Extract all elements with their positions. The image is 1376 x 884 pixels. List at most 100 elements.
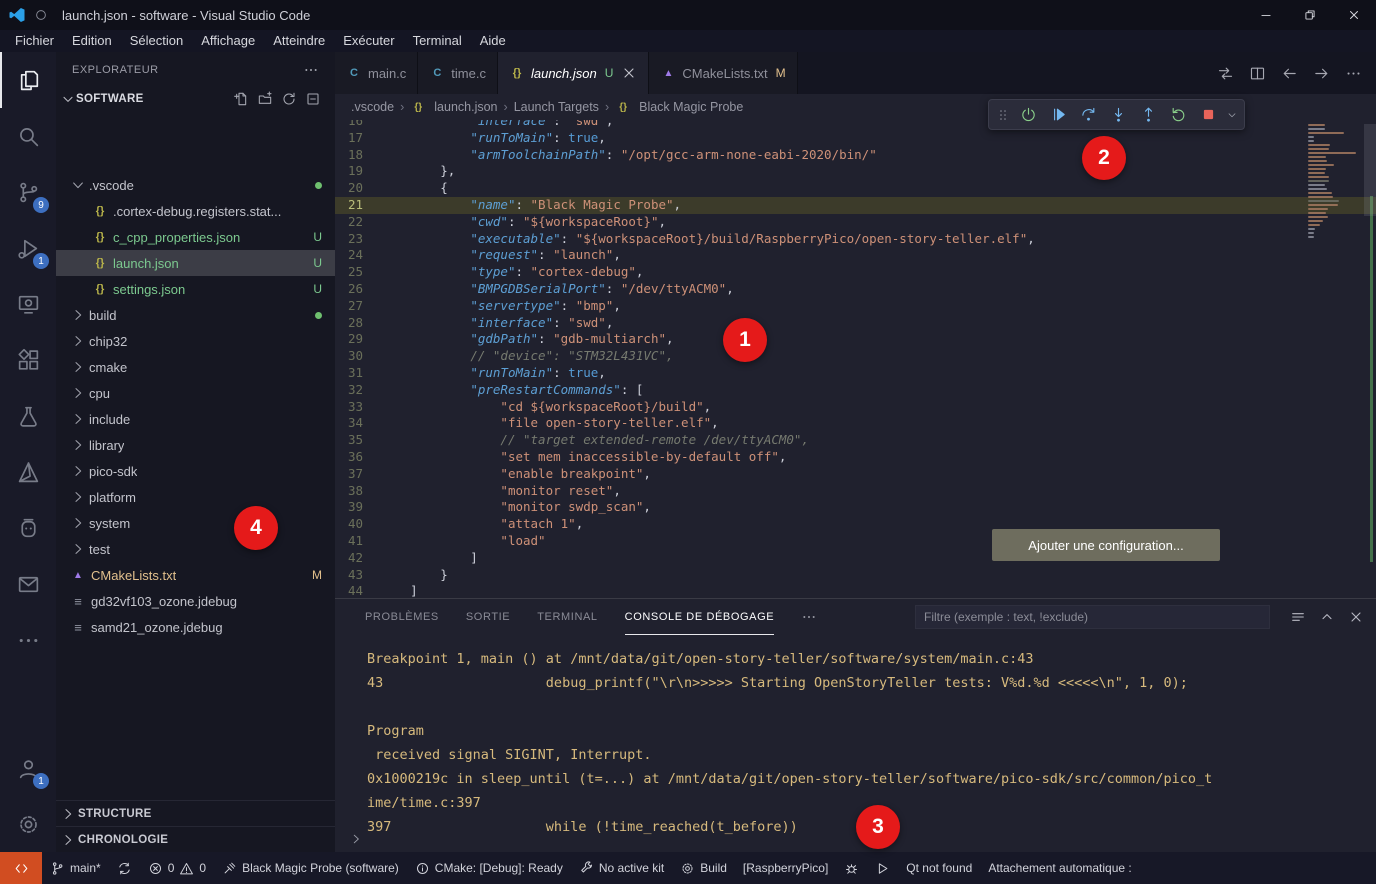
activity-settings[interactable] [0, 796, 56, 852]
status-remote-indicator[interactable] [0, 852, 42, 884]
new-folder-icon[interactable] [257, 91, 273, 107]
pause-button[interactable] [1015, 101, 1042, 128]
breadcrumb-item[interactable]: launch.json [434, 100, 497, 114]
panel-tab-sortie[interactable]: SORTIE [466, 599, 510, 635]
panel-tab-console-de-d-bogage[interactable]: CONSOLE DE DÉBOGAGE [625, 599, 775, 635]
code-line-30[interactable]: 30 // "device": "STM32L431VC", [335, 348, 1376, 365]
step-into-button[interactable] [1105, 101, 1132, 128]
activity-cmake[interactable] [0, 444, 56, 500]
code-line-31[interactable]: 31 "runToMain": true, [335, 365, 1376, 382]
activity-extensions[interactable] [0, 332, 56, 388]
panel-tab-terminal[interactable]: TERMINAL [537, 599, 597, 635]
tree-item-test[interactable]: test [56, 536, 335, 562]
tab-launch-json[interactable]: {}launch.jsonU [498, 52, 649, 94]
breadcrumb-item[interactable]: .vscode [351, 100, 394, 114]
activity-search[interactable] [0, 108, 56, 164]
sidebar-more-icon[interactable] [303, 62, 319, 78]
status-auto-attach[interactable]: Attachement automatique : [980, 852, 1139, 884]
split-editor-icon[interactable] [1249, 65, 1266, 82]
tree-item-cmakelists-txt[interactable]: ▲CMakeLists.txtM [56, 562, 335, 588]
code-line-23[interactable]: 23 "executable": "${workspaceRoot}/build… [335, 231, 1376, 248]
open-changes-icon[interactable] [1217, 65, 1234, 82]
tree-item-c-cpp-properties-json[interactable]: {}c_cpp_properties.jsonU [56, 224, 335, 250]
activity-more[interactable] [0, 612, 56, 668]
stop-button[interactable] [1195, 101, 1222, 128]
menu-item-aide[interactable]: Aide [471, 30, 515, 52]
code-line-29[interactable]: 29 "gdbPath": "gdb-multiarch", [335, 331, 1376, 348]
code-line-35[interactable]: 35 // "target extended-remote /dev/ttyAC… [335, 432, 1376, 449]
workspace-section-header[interactable]: SOFTWARE [56, 87, 335, 111]
status-problems-indicator[interactable]: 00 [140, 852, 214, 884]
editor-scrollbar-thumb[interactable] [1364, 124, 1376, 216]
debug-console-filter-input[interactable] [915, 605, 1270, 629]
tree-item--cortex-debug-registers-stat-[interactable]: {}.cortex-debug.registers.stat... [56, 198, 335, 224]
breadcrumb-item[interactable]: Launch Targets [514, 100, 599, 114]
activity-remote-explorer[interactable] [0, 276, 56, 332]
code-line-19[interactable]: 19 }, [335, 163, 1376, 180]
activity-platformio[interactable] [0, 500, 56, 556]
close-panel-icon[interactable] [1348, 609, 1364, 625]
editor-code-area[interactable]: 16 "interface": "swd",17 "runToMain": tr… [335, 120, 1376, 598]
toolbar-grip-handle[interactable] [994, 101, 1012, 128]
activity-explorer[interactable] [0, 52, 56, 108]
close-tab-icon[interactable] [621, 65, 637, 81]
menu-item-sélection[interactable]: Sélection [121, 30, 192, 52]
breadcrumb-item[interactable]: Black Magic Probe [639, 100, 743, 114]
status-cmake-kit[interactable]: No active kit [571, 852, 672, 884]
code-line-37[interactable]: 37 "enable breakpoint", [335, 466, 1376, 483]
activity-mail[interactable] [0, 556, 56, 612]
close-window-button[interactable] [1332, 0, 1376, 30]
code-line-26[interactable]: 26 "BMPGDBSerialPort": "/dev/ttyACM0", [335, 281, 1376, 298]
status-cmake-build[interactable]: Build [672, 852, 735, 884]
navigate-back-icon[interactable] [1281, 65, 1298, 82]
menu-item-atteindre[interactable]: Atteindre [264, 30, 334, 52]
code-line-28[interactable]: 28 "interface": "swd", [335, 315, 1376, 332]
code-line-21[interactable]: 21 "name": "Black Magic Probe", [335, 197, 1376, 214]
tab-main-c[interactable]: Cmain.c [335, 52, 418, 94]
navigate-forward-icon[interactable] [1313, 65, 1330, 82]
code-line-24[interactable]: 24 "request": "launch", [335, 247, 1376, 264]
status-cmake-debug-button[interactable] [836, 852, 867, 884]
code-line-33[interactable]: 33 "cd ${workspaceRoot}/build", [335, 399, 1376, 416]
menu-item-exécuter[interactable]: Exécuter [334, 30, 403, 52]
code-line-27[interactable]: 27 "servertype": "bmp", [335, 298, 1376, 315]
tree-item-pico-sdk[interactable]: pico-sdk [56, 458, 335, 484]
code-line-43[interactable]: 43 } [335, 567, 1376, 584]
activity-run-and-debug[interactable]: 1 [0, 220, 56, 276]
code-line-18[interactable]: 18 "armToolchainPath": "/opt/gcc-arm-non… [335, 147, 1376, 164]
code-line-22[interactable]: 22 "cwd": "${workspaceRoot}", [335, 214, 1376, 231]
maximize-panel-icon[interactable] [1319, 609, 1335, 625]
add-configuration-button[interactable]: Ajouter une configuration... [992, 529, 1220, 561]
tree-item-settings-json[interactable]: {}settings.jsonU [56, 276, 335, 302]
tab-time-c[interactable]: Ctime.c [418, 52, 498, 94]
tree-item-launch-json[interactable]: {}launch.jsonU [56, 250, 335, 276]
code-line-44[interactable]: 44 ] [335, 583, 1376, 598]
activity-testing[interactable] [0, 388, 56, 444]
code-line-17[interactable]: 17 "runToMain": true, [335, 130, 1376, 147]
activity-accounts[interactable]: 1 [0, 740, 56, 796]
menu-item-terminal[interactable]: Terminal [404, 30, 471, 52]
tree-item-gd32vf103-ozone-jdebug[interactable]: ≡gd32vf103_ozone.jdebug [56, 588, 335, 614]
code-line-32[interactable]: 32 "preRestartCommands": [ [335, 382, 1376, 399]
panel-more-icon[interactable] [801, 609, 817, 625]
restart-button[interactable] [1165, 101, 1192, 128]
console-input-chevron-icon[interactable] [349, 832, 363, 846]
menu-item-fichier[interactable]: Fichier [6, 30, 63, 52]
status-debug-config[interactable]: Black Magic Probe (software) [214, 852, 407, 884]
step-over-button[interactable] [1075, 101, 1102, 128]
code-line-20[interactable]: 20 { [335, 180, 1376, 197]
collapse-all-icon[interactable] [305, 91, 321, 107]
menu-item-edition[interactable]: Edition [63, 30, 121, 52]
minimap[interactable] [1308, 124, 1364, 254]
new-file-icon[interactable] [233, 91, 249, 107]
editor-more-icon[interactable] [1345, 65, 1362, 82]
tree-item-library[interactable]: library [56, 432, 335, 458]
tree-item-include[interactable]: include [56, 406, 335, 432]
status-git-branch[interactable]: main* [42, 852, 109, 884]
code-line-36[interactable]: 36 "set mem inaccessible-by-default off"… [335, 449, 1376, 466]
code-line-34[interactable]: 34 "file open-story-teller.elf", [335, 415, 1376, 432]
menu-item-affichage[interactable]: Affichage [192, 30, 264, 52]
tree-item--vscode[interactable]: .vscode [56, 172, 335, 198]
status-sync-button[interactable] [109, 852, 140, 884]
tree-item-chip32[interactable]: chip32 [56, 328, 335, 354]
